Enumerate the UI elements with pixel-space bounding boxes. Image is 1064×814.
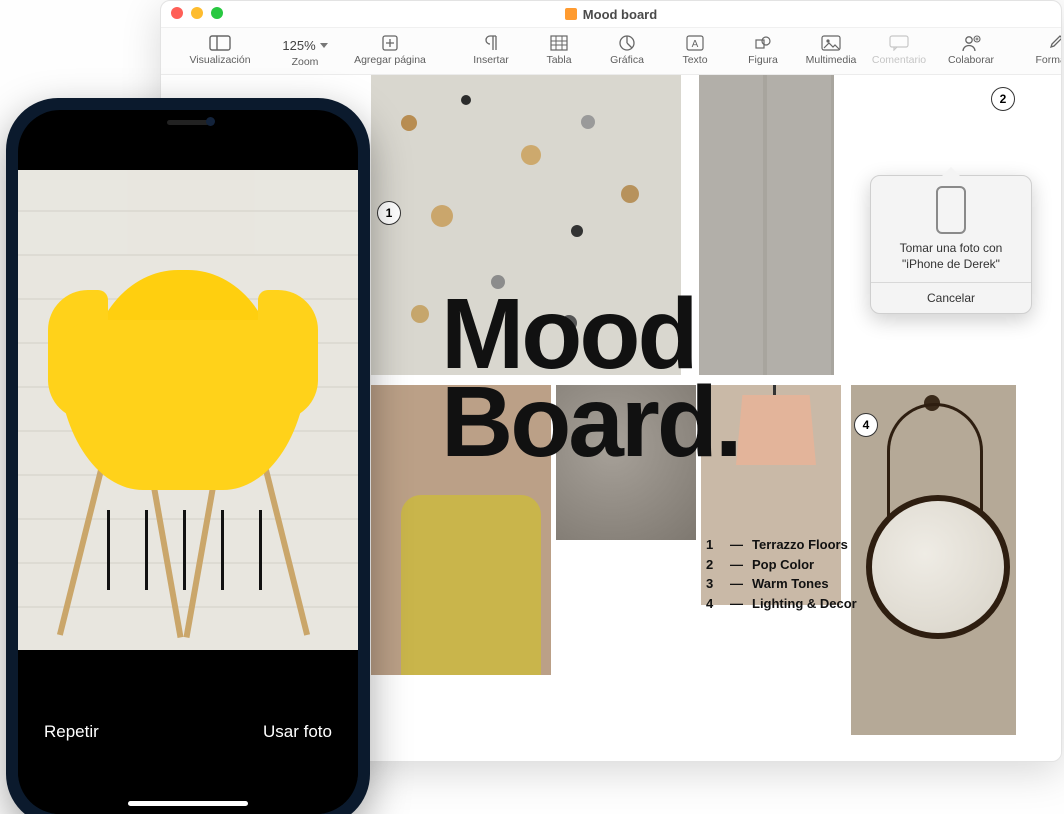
image-icon [821, 32, 841, 54]
paintbrush-icon [1046, 32, 1062, 54]
comment-button[interactable]: Comentario [867, 32, 931, 66]
chart-label: Gráfica [610, 54, 644, 66]
phone-outline-icon [936, 186, 966, 234]
callout-4[interactable]: 4 [854, 413, 878, 437]
format-label: Formato [1035, 54, 1062, 66]
zoom-window-button[interactable] [211, 7, 223, 19]
text-label: Texto [682, 54, 707, 66]
shape-label: Figura [748, 54, 778, 66]
insert-label: Insertar [473, 54, 509, 66]
document-heading[interactable]: Mood Board. [441, 290, 740, 466]
view-button[interactable]: Visualización [171, 32, 269, 66]
captured-photo-preview[interactable] [18, 170, 358, 650]
window-traffic-lights [171, 7, 223, 19]
view-label: Visualización [189, 54, 250, 66]
use-photo-button[interactable]: Usar foto [263, 722, 332, 742]
legend-row: 2—Pop Color [706, 555, 857, 575]
textbox-icon: A [686, 32, 704, 54]
continuity-camera-popover: Tomar una foto con "iPhone de Derek" Can… [870, 175, 1032, 314]
sidebar-icon [209, 32, 231, 54]
close-window-button[interactable] [171, 7, 183, 19]
shape-icon [754, 32, 772, 54]
comment-label: Comentario [872, 54, 926, 66]
table-button[interactable]: Tabla [527, 32, 591, 66]
heading-line2: Board. [441, 366, 740, 478]
svg-text:A: A [692, 39, 699, 50]
paragraph-icon [484, 32, 498, 54]
legend-row: 4—Lighting & Decor [706, 594, 857, 614]
minimize-window-button[interactable] [191, 7, 203, 19]
chair-seat [58, 320, 308, 490]
iphone-device: Repetir Usar foto [6, 98, 370, 814]
front-camera-icon [206, 117, 215, 126]
zoom-dropdown[interactable]: 125% Zoom [273, 32, 337, 68]
shape-button[interactable]: Figura [731, 32, 795, 66]
camera-action-bar: Repetir Usar foto [18, 672, 358, 814]
add-page-button[interactable]: Agregar página [341, 32, 439, 66]
zoom-label: Zoom [292, 56, 319, 68]
popover-cancel-button[interactable]: Cancelar [871, 282, 1031, 313]
collaborate-label: Colaborar [948, 54, 994, 66]
popover-message: Tomar una foto con "iPhone de Derek" [871, 240, 1031, 272]
media-label: Multimedia [806, 54, 857, 66]
home-indicator[interactable] [128, 801, 248, 806]
callout-1[interactable]: 1 [377, 201, 401, 225]
chair-wires [88, 510, 278, 590]
window-titlebar[interactable]: Mood board [161, 1, 1061, 28]
chart-button[interactable]: Gráfica [595, 32, 659, 66]
retake-button[interactable]: Repetir [44, 722, 99, 742]
plus-page-icon [381, 32, 399, 54]
window-title: Mood board [583, 7, 657, 22]
table-icon [550, 32, 568, 54]
add-page-label: Agregar página [354, 54, 426, 66]
text-button[interactable]: A Texto [663, 32, 727, 66]
legend-list[interactable]: 1—Terrazzo Floors 2—Pop Color 3—Warm Ton… [706, 535, 857, 613]
comment-icon [889, 32, 909, 54]
legend-row: 1—Terrazzo Floors [706, 535, 857, 555]
mirror-image[interactable] [851, 385, 1016, 735]
collaborate-button[interactable]: Colaborar [939, 32, 1003, 66]
legend-row: 3—Warm Tones [706, 574, 857, 594]
pie-chart-icon [618, 32, 636, 54]
callout-2[interactable]: 2 [991, 87, 1015, 111]
document-icon [565, 8, 577, 20]
iphone-notch [113, 110, 263, 136]
toolbar: Visualización 125% Zoom Agregar página I… [161, 28, 1061, 75]
format-button[interactable]: Formato [1023, 32, 1062, 66]
speaker-icon [167, 120, 209, 125]
media-button[interactable]: Multimedia [799, 32, 863, 66]
zoom-value: 125% [276, 32, 333, 56]
iphone-screen: Repetir Usar foto [18, 110, 358, 814]
person-plus-icon [960, 32, 982, 54]
table-label: Tabla [546, 54, 571, 66]
insert-button[interactable]: Insertar [459, 32, 523, 66]
